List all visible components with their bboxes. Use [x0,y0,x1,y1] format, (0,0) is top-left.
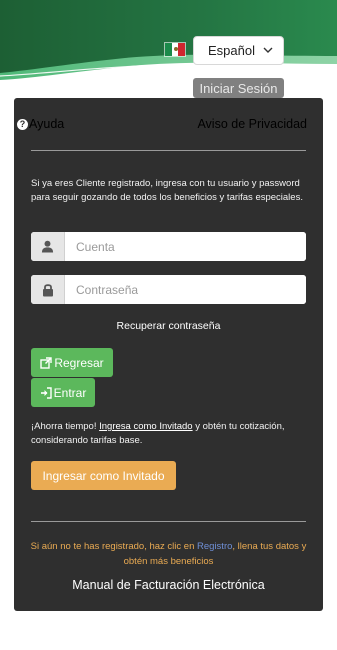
sign-in-icon [40,386,52,399]
username-input[interactable] [65,232,306,261]
password-input[interactable] [65,275,306,304]
back-button[interactable]: Regresar [31,348,113,377]
register-prefix: Si aún no te has registrado, haz clic en [30,541,198,552]
external-link-icon [40,356,53,369]
privacy-link[interactable]: Aviso de Privacidad [197,117,307,131]
language-select[interactable]: Español [193,36,284,65]
help-link[interactable]: ? Ayuda [17,117,64,131]
recover-password-link[interactable]: Recuperar contraseña [14,320,323,332]
password-group [31,275,306,304]
e-invoice-manual-link[interactable]: Manual de Facturación Electrónica [14,578,323,592]
enter-button-label: Entrar [53,385,87,400]
register-link[interactable]: Registro [197,541,232,552]
bottom-divider [31,521,306,522]
enter-button[interactable]: Entrar [31,378,95,407]
save-prefix: ¡Ahorra tiempo! [31,421,100,432]
back-button-label: Regresar [54,355,104,370]
lock-icon [31,275,65,304]
username-group [31,232,306,261]
chevron-down-icon [263,47,273,53]
intro-text: Si ya eres Cliente registrado, ingresa c… [31,178,303,203]
user-icon [31,232,65,261]
top-divider [31,150,306,151]
help-label: Ayuda [29,117,65,131]
register-text: Si aún no te has registrado, haz clic en… [24,539,313,569]
mexico-flag-icon[interactable] [164,42,186,57]
login-tab[interactable]: Iniciar Sesión [193,78,284,98]
guest-login-button[interactable]: Ingresar como Invitado [31,461,176,490]
save-time-text: ¡Ahorra tiempo! Ingresa como Invitado y … [31,420,313,448]
language-selected-label: Español [208,43,255,58]
guest-inline-link[interactable]: Ingresa como Invitado [99,421,192,432]
question-circle-icon: ? [17,118,28,130]
